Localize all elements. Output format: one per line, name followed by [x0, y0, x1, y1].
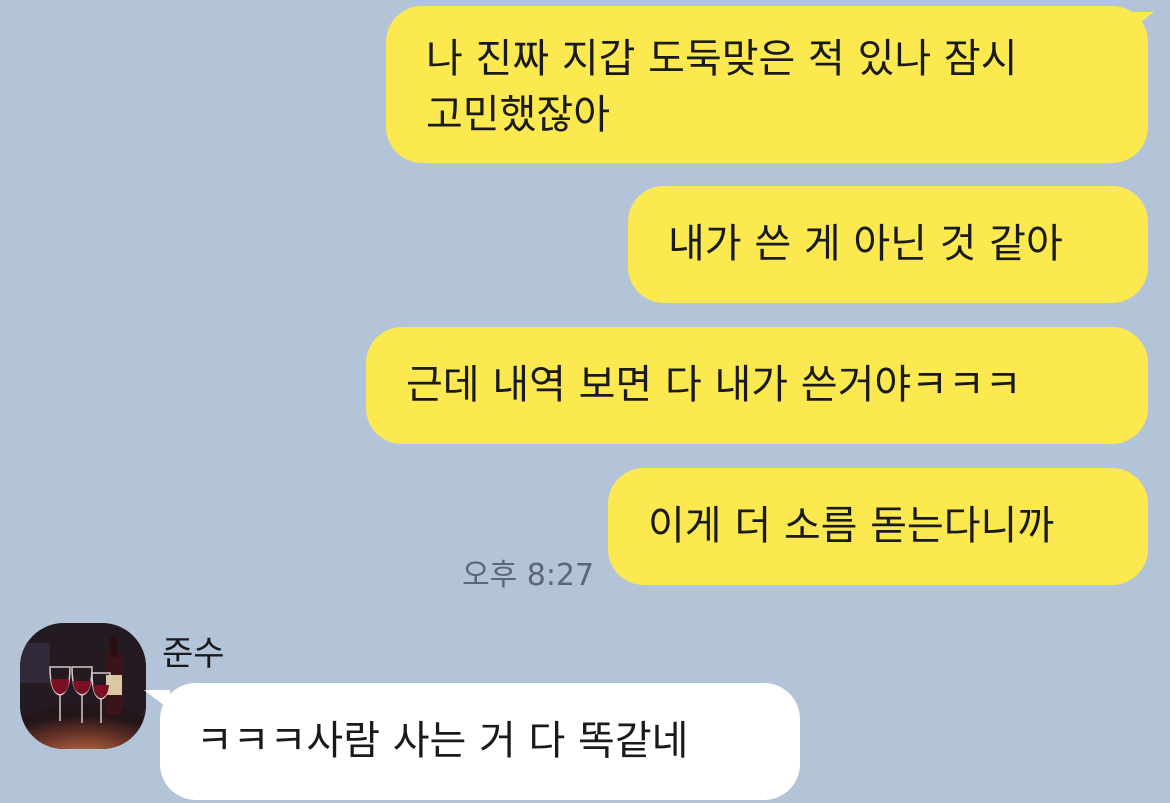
wine-glasses-photo-icon — [20, 623, 146, 749]
sender-name: 준수 — [162, 634, 225, 674]
message-line: ㅋㅋㅋ사람 사는 거 다 똑같네 — [196, 718, 689, 764]
sent-message-bubble[interactable]: 내가 쓴 게 아닌 것 같아 — [628, 186, 1148, 303]
message-line: 고민했잖아 — [426, 92, 610, 138]
message-line: 이게 더 소름 돋는다니까 — [648, 503, 1055, 549]
message-line: 근데 내역 보면 다 내가 쓴거야ㅋㅋㅋ — [406, 362, 1022, 408]
profile-avatar[interactable] — [20, 623, 146, 749]
received-message-bubble[interactable]: ㅋㅋㅋ사람 사는 거 다 똑같네 — [160, 683, 800, 800]
sent-message-bubble[interactable]: 나 진짜 지갑 도둑맞은 적 있나 잠시 고민했잖아 — [386, 6, 1148, 163]
message-line: 내가 쓴 게 아닌 것 같아 — [668, 221, 1063, 267]
message-timestamp: 오후 8:27 — [462, 558, 595, 593]
message-line: 나 진짜 지갑 도둑맞은 적 있나 잠시 — [426, 36, 1018, 82]
sent-message-bubble[interactable]: 근데 내역 보면 다 내가 쓴거야ㅋㅋㅋ — [366, 327, 1148, 444]
sent-message-bubble[interactable]: 이게 더 소름 돋는다니까 — [608, 468, 1148, 585]
